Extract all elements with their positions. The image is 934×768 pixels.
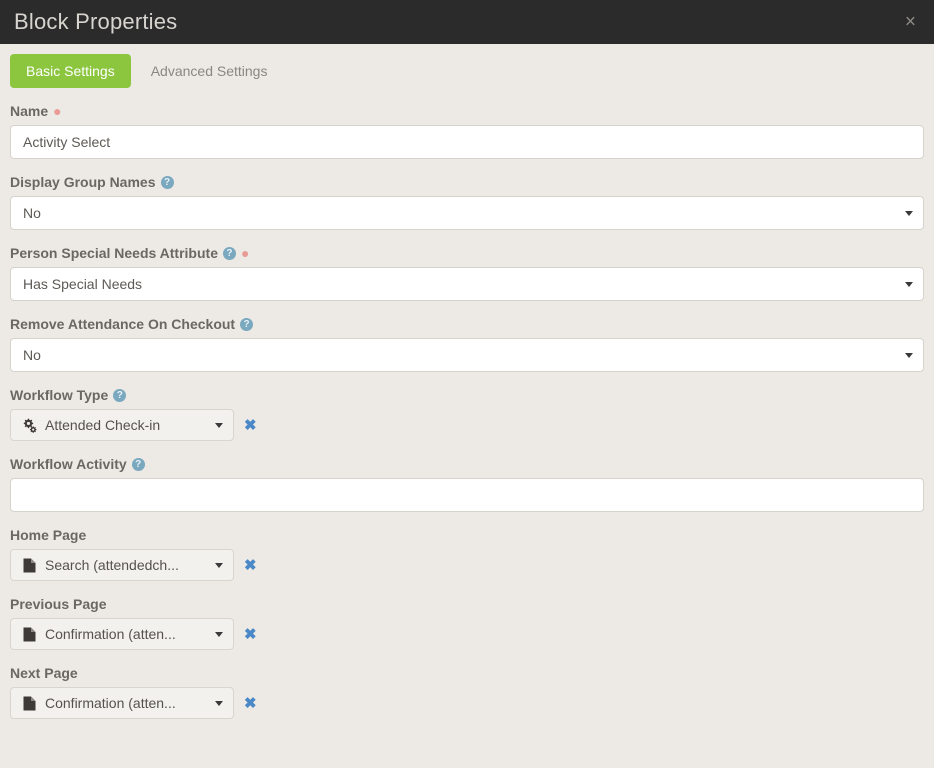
clear-previous-page-button[interactable]: ✖ <box>244 627 257 642</box>
person-special-needs-attribute-value: Has Special Needs <box>23 276 143 292</box>
field-workflow-activity: Workflow Activity ? <box>10 455 924 512</box>
home-page-picker-row: Search (attendedch... ✖ <box>10 549 924 581</box>
previous-page-picker[interactable]: Confirmation (atten... <box>10 618 234 650</box>
chevron-down-icon <box>215 562 223 568</box>
label-text-workflow-activity: Workflow Activity <box>10 456 127 472</box>
page-title: Block Properties <box>14 9 178 34</box>
display-group-names-value: No <box>23 205 41 221</box>
chevron-down-icon <box>215 631 223 637</box>
label-text-person-special-needs-attribute: Person Special Needs Attribute <box>10 245 218 261</box>
settings-tabs: Basic Settings Advanced Settings <box>0 44 934 96</box>
home-page-picker[interactable]: Search (attendedch... <box>10 549 234 581</box>
person-special-needs-attribute-select[interactable]: Has Special Needs <box>10 267 924 301</box>
next-page-value: Confirmation (atten... <box>45 695 176 711</box>
tab-advanced-settings[interactable]: Advanced Settings <box>135 54 284 88</box>
label-text-workflow-type: Workflow Type <box>10 387 109 403</box>
label-text-previous-page: Previous Page <box>10 596 107 612</box>
required-indicator-name: ● <box>53 103 62 119</box>
label-text-next-page: Next Page <box>10 665 78 681</box>
file-icon <box>21 626 37 642</box>
field-previous-page: Previous Page Confirmation (atten... ✖ <box>10 595 924 650</box>
previous-page-picker-row: Confirmation (atten... ✖ <box>10 618 924 650</box>
workflow-type-picker-row: Attended Check-in ✖ <box>10 409 924 441</box>
required-indicator-person-special-needs-attribute: ● <box>240 245 250 261</box>
field-workflow-type: Workflow Type ? Attended Check-in ✖ <box>10 386 924 441</box>
previous-page-value: Confirmation (atten... <box>45 626 176 642</box>
field-label-display-group-names: Display Group Names ? <box>10 173 924 191</box>
chevron-down-icon <box>215 422 223 428</box>
field-label-workflow-activity: Workflow Activity ? <box>10 455 924 473</box>
field-person-special-needs-attribute: Person Special Needs Attribute ? ● Has S… <box>10 244 924 301</box>
tab-basic-settings[interactable]: Basic Settings <box>10 54 131 88</box>
file-icon <box>21 557 37 573</box>
field-home-page: Home Page Search (attendedch... ✖ <box>10 526 924 581</box>
workflow-activity-input[interactable] <box>10 478 924 512</box>
display-group-names-select[interactable]: No <box>10 196 924 230</box>
field-next-page: Next Page Confirmation (atten... ✖ <box>10 664 924 719</box>
field-label-previous-page: Previous Page <box>10 595 924 613</box>
cogs-icon <box>21 417 37 433</box>
field-display-group-names: Display Group Names ? No <box>10 173 924 230</box>
field-label-remove-attendance-on-checkout: Remove Attendance On Checkout ? <box>10 315 924 333</box>
remove-attendance-on-checkout-value: No <box>23 347 41 363</box>
remove-attendance-on-checkout-select[interactable]: No <box>10 338 924 372</box>
name-input[interactable] <box>10 125 924 159</box>
dialog-title-bar: Block Properties × <box>0 0 934 44</box>
field-label-name: Name ● <box>10 102 924 120</box>
clear-next-page-button[interactable]: ✖ <box>244 696 257 711</box>
field-label-person-special-needs-attribute: Person Special Needs Attribute ? ● <box>10 244 924 262</box>
workflow-type-value: Attended Check-in <box>45 417 161 433</box>
next-page-picker-row: Confirmation (atten... ✖ <box>10 687 924 719</box>
workflow-type-picker[interactable]: Attended Check-in <box>10 409 234 441</box>
clear-workflow-type-button[interactable]: ✖ <box>244 418 257 433</box>
field-name: Name ● <box>10 102 924 159</box>
display-group-names-select-wrap: No <box>10 196 924 230</box>
help-icon[interactable]: ? <box>222 246 236 260</box>
home-page-value: Search (attendedch... <box>45 557 179 573</box>
chevron-down-icon <box>215 700 223 706</box>
next-page-picker[interactable]: Confirmation (atten... <box>10 687 234 719</box>
remove-attendance-on-checkout-select-wrap: No <box>10 338 924 372</box>
field-label-workflow-type: Workflow Type ? <box>10 386 924 404</box>
label-text-display-group-names: Display Group Names <box>10 174 156 190</box>
help-icon[interactable]: ? <box>160 175 174 189</box>
help-icon[interactable]: ? <box>240 317 254 331</box>
block-properties-form: Name ● Display Group Names ? No Person S… <box>0 96 934 719</box>
file-icon <box>21 695 37 711</box>
label-text-name: Name <box>10 103 49 119</box>
clear-home-page-button[interactable]: ✖ <box>244 558 257 573</box>
close-icon[interactable]: × <box>905 13 916 32</box>
label-text-home-page: Home Page <box>10 527 87 543</box>
help-icon[interactable]: ? <box>113 388 127 402</box>
field-label-home-page: Home Page <box>10 526 924 544</box>
field-remove-attendance-on-checkout: Remove Attendance On Checkout ? No <box>10 315 924 372</box>
person-special-needs-attribute-select-wrap: Has Special Needs <box>10 267 924 301</box>
label-text-remove-attendance-on-checkout: Remove Attendance On Checkout <box>10 316 236 332</box>
field-label-next-page: Next Page <box>10 664 924 682</box>
help-icon[interactable]: ? <box>131 457 145 471</box>
